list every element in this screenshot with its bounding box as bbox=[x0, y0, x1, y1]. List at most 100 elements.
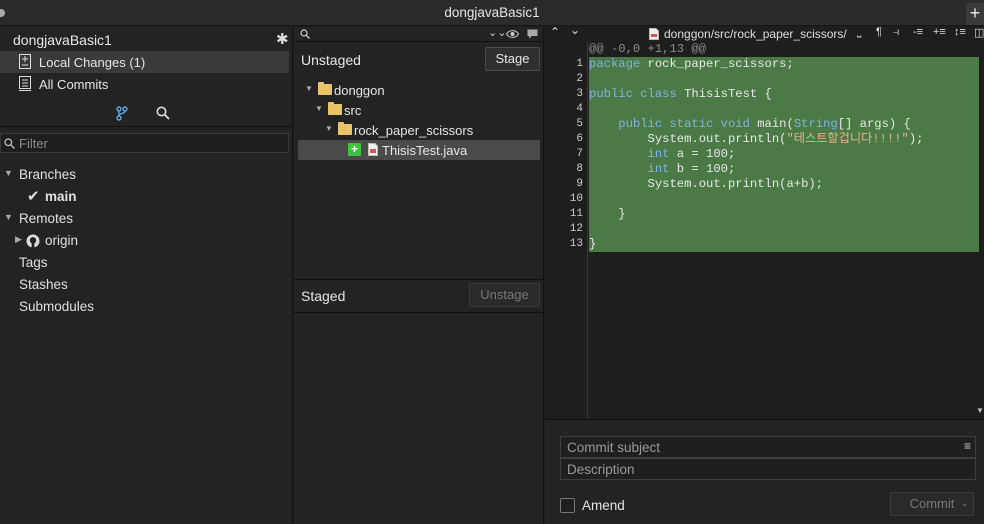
line-number: 3 bbox=[576, 88, 583, 100]
window-title: dongjavaBasic1 bbox=[444, 5, 540, 20]
diff-line-added[interactable]: System.out.println("테스트할겁니다!!!!"); bbox=[589, 132, 979, 147]
sidebar: dongjavaBasic1 ✱ Local Changes (1) All C… bbox=[0, 27, 293, 524]
tree-folder-donggon[interactable]: ▼ donggon bbox=[294, 80, 544, 100]
diff-line-added[interactable]: public static void main(String[] args) { bbox=[589, 117, 979, 132]
new-tab-button[interactable]: + bbox=[966, 3, 984, 25]
branch-main[interactable]: ✔ main bbox=[0, 186, 293, 208]
line-number: 10 bbox=[569, 193, 583, 205]
previous-change-icon[interactable]: ⌃ bbox=[550, 25, 560, 39]
filter-input[interactable] bbox=[19, 135, 279, 151]
remotes-section[interactable]: ▼ Remotes bbox=[0, 208, 293, 230]
changes-search-icon[interactable] bbox=[300, 29, 310, 39]
commit-button[interactable]: Commit ⌄ bbox=[890, 492, 974, 516]
stage-button[interactable]: Stage bbox=[485, 47, 540, 71]
tree-file-label: ThisisTest.java bbox=[382, 143, 468, 158]
search-icon[interactable] bbox=[156, 106, 170, 120]
code-token: "테스트할겁니다!!!!" bbox=[786, 132, 909, 146]
line-number: 13 bbox=[569, 238, 583, 250]
diff-line-added[interactable]: } bbox=[589, 237, 979, 252]
expand-context-icon[interactable]: ↕≡ bbox=[954, 26, 966, 38]
commit-dropdown-chevron-icon[interactable]: ⌄ bbox=[961, 493, 968, 515]
amend-checkbox[interactable] bbox=[560, 498, 575, 513]
changes-panel: ⌄⌄ Unstaged Stage ▼ donggon ▼ src ▼ rock… bbox=[294, 27, 544, 524]
code-token: String bbox=[793, 117, 838, 131]
comment-icon[interactable] bbox=[527, 29, 538, 39]
line-number: 11 bbox=[569, 208, 583, 220]
tree-file-thisistest[interactable]: + ThisisTest.java bbox=[298, 140, 540, 160]
nav-local-changes[interactable]: Local Changes (1) bbox=[0, 51, 289, 73]
tags-section[interactable]: Tags bbox=[0, 252, 293, 274]
remote-origin-label: origin bbox=[45, 233, 79, 248]
pilcrow-icon[interactable]: ¶ bbox=[876, 26, 882, 38]
submodules-label: Submodules bbox=[19, 299, 95, 314]
folder-icon bbox=[328, 102, 342, 115]
line-number: 2 bbox=[576, 73, 583, 85]
diff-file-path: donggon/src/rock_paper_scissors/ bbox=[664, 27, 847, 41]
commit-subject-field[interactable]: ≡ bbox=[560, 436, 976, 458]
wrap-lines-icon[interactable]: ⥽ bbox=[893, 26, 899, 39]
unstaged-title: Unstaged bbox=[301, 52, 361, 68]
diff-line-added[interactable] bbox=[589, 102, 979, 117]
diff-line-added[interactable]: package rock_paper_scissors; bbox=[589, 57, 979, 72]
diff-line-added[interactable] bbox=[589, 72, 979, 87]
unstage-button[interactable]: Unstage bbox=[469, 283, 540, 307]
code-token: b = 100; bbox=[669, 162, 736, 176]
staged-header-divider bbox=[294, 312, 544, 313]
split-view-icon[interactable]: ◫ bbox=[974, 26, 984, 39]
diff-line-added[interactable] bbox=[589, 192, 979, 207]
line-number: 6 bbox=[576, 133, 583, 145]
diff-view: ⌃ ⌄ donggon/src/rock_paper_scissors/ ⎵ ¶… bbox=[545, 23, 984, 419]
submodules-section[interactable]: Submodules bbox=[0, 296, 293, 318]
remote-origin[interactable]: ▶ origin bbox=[0, 230, 293, 252]
next-change-icon[interactable]: ⌄ bbox=[570, 23, 580, 37]
title-bar: dongjavaBasic1 + bbox=[0, 0, 984, 26]
code-token: } bbox=[589, 237, 597, 251]
commit-description-input[interactable] bbox=[567, 461, 957, 478]
line-number: 12 bbox=[569, 223, 583, 235]
diff-line-added[interactable]: } bbox=[589, 207, 979, 222]
code-token: int bbox=[647, 162, 670, 176]
line-number: 9 bbox=[576, 178, 583, 190]
code-token: public bbox=[589, 87, 633, 101]
tree-folder-src[interactable]: ▼ src bbox=[294, 100, 544, 120]
diff-line-added[interactable]: System.out.println(a+b); bbox=[589, 177, 979, 192]
branch-icon[interactable] bbox=[116, 106, 128, 121]
settings-gear-icon[interactable]: ✱ bbox=[276, 30, 289, 48]
scroll-down-icon[interactable]: ▼ bbox=[976, 406, 984, 416]
collapse-all-icon[interactable]: ⌄⌄ bbox=[488, 26, 506, 39]
diff-line-added[interactable]: int a = 100; bbox=[589, 147, 979, 162]
unstaged-header: Unstaged Stage bbox=[294, 44, 544, 74]
nav-all-commits[interactable]: All Commits bbox=[0, 73, 289, 95]
filter-field[interactable] bbox=[0, 133, 289, 153]
decrease-context-icon[interactable]: -≡ bbox=[913, 26, 923, 38]
line-number: 8 bbox=[576, 163, 583, 175]
code-token: System.out.println( bbox=[589, 132, 787, 146]
commit-subject-input[interactable] bbox=[567, 439, 957, 456]
staged-header: Staged Unstage bbox=[294, 280, 544, 310]
commit-button-label: Commit bbox=[909, 496, 955, 511]
hunk-header: @@ -0,0 +1,13 @@ bbox=[589, 42, 707, 56]
commit-description-field[interactable] bbox=[560, 458, 976, 480]
whitespace-icon[interactable]: ⎵ bbox=[857, 26, 861, 39]
view-options-eye-icon[interactable] bbox=[506, 29, 519, 39]
code-token: public static void bbox=[618, 117, 750, 131]
remotes-label: Remotes bbox=[19, 211, 74, 226]
expanded-chevron-icon: ▼ bbox=[4, 168, 13, 178]
diff-line-added[interactable]: int b = 100; bbox=[589, 162, 979, 177]
commit-templates-icon[interactable]: ≡ bbox=[964, 439, 971, 453]
tags-label: Tags bbox=[19, 255, 48, 270]
line-number: 7 bbox=[576, 148, 583, 160]
increase-context-icon[interactable]: +≡ bbox=[933, 26, 946, 38]
repo-name[interactable]: dongjavaBasic1 bbox=[13, 32, 112, 48]
diff-line-added[interactable]: public class ThisisTest { bbox=[589, 87, 979, 102]
tree-folder-rock-paper-scissors[interactable]: ▼ rock_paper_scissors bbox=[294, 120, 544, 140]
stashes-section[interactable]: Stashes bbox=[0, 274, 293, 296]
diff-line-added[interactable] bbox=[589, 222, 979, 237]
expanded-chevron-icon: ▼ bbox=[325, 124, 333, 133]
tree-folder-label: src bbox=[344, 103, 362, 118]
branches-section[interactable]: ▼ Branches bbox=[0, 164, 293, 186]
code-token: ); bbox=[908, 132, 924, 146]
java-file-icon bbox=[368, 143, 378, 156]
